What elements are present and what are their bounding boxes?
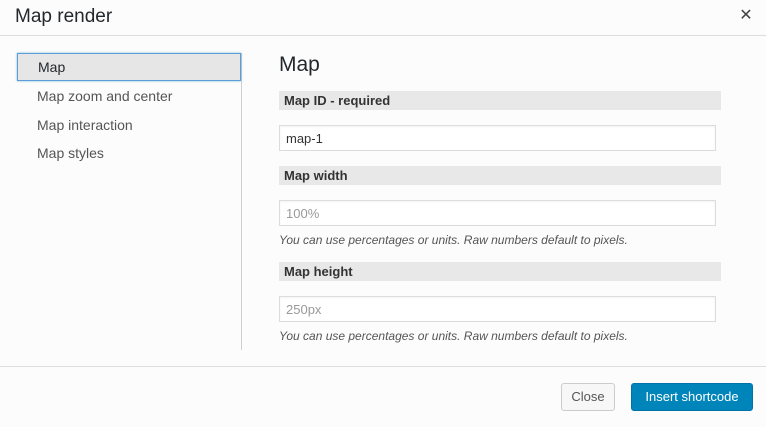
- field-label-map-height: Map height: [279, 262, 721, 281]
- map-height-hint: You can use percentages or units. Raw nu…: [279, 329, 628, 343]
- map-height-input[interactable]: 250px: [279, 296, 716, 322]
- insert-shortcode-button[interactable]: Insert shortcode: [631, 383, 753, 411]
- dialog-footer: Close Insert shortcode: [0, 366, 766, 427]
- field-label-text: Map width: [284, 168, 348, 183]
- sidebar: Map Map zoom and center Map interaction …: [17, 53, 242, 350]
- field-label-text: Map ID - required: [284, 93, 391, 108]
- sidebar-item-map-interaction[interactable]: Map interaction: [17, 112, 239, 138]
- close-button[interactable]: Close: [561, 383, 615, 411]
- sidebar-item-label: Map styles: [37, 145, 104, 161]
- sidebar-item-map-zoom-and-center[interactable]: Map zoom and center: [17, 83, 239, 109]
- map-width-hint: You can use percentages or units. Raw nu…: [279, 233, 628, 247]
- dialog-title: Map render: [15, 6, 113, 27]
- map-height-placeholder: 250px: [286, 302, 322, 317]
- sidebar-item-map-styles[interactable]: Map styles: [17, 140, 239, 166]
- map-width-input[interactable]: 100%: [279, 200, 716, 226]
- section-title: Map: [279, 53, 320, 76]
- map-width-placeholder: 100%: [286, 206, 320, 221]
- field-label-map-id: Map ID - required: [279, 91, 721, 110]
- map-id-input[interactable]: map-1: [279, 125, 716, 151]
- sidebar-item-map[interactable]: Map: [17, 53, 241, 81]
- field-label-text: Map height: [284, 264, 353, 279]
- sidebar-item-label: Map interaction: [37, 117, 133, 133]
- sidebar-item-label: Map: [38, 59, 66, 75]
- dialog-header: Map render ✕: [0, 0, 766, 36]
- map-id-value: map-1: [286, 131, 323, 146]
- field-label-map-width: Map width: [279, 166, 721, 185]
- sidebar-item-label: Map zoom and center: [37, 88, 173, 104]
- close-icon[interactable]: ✕: [736, 5, 756, 27]
